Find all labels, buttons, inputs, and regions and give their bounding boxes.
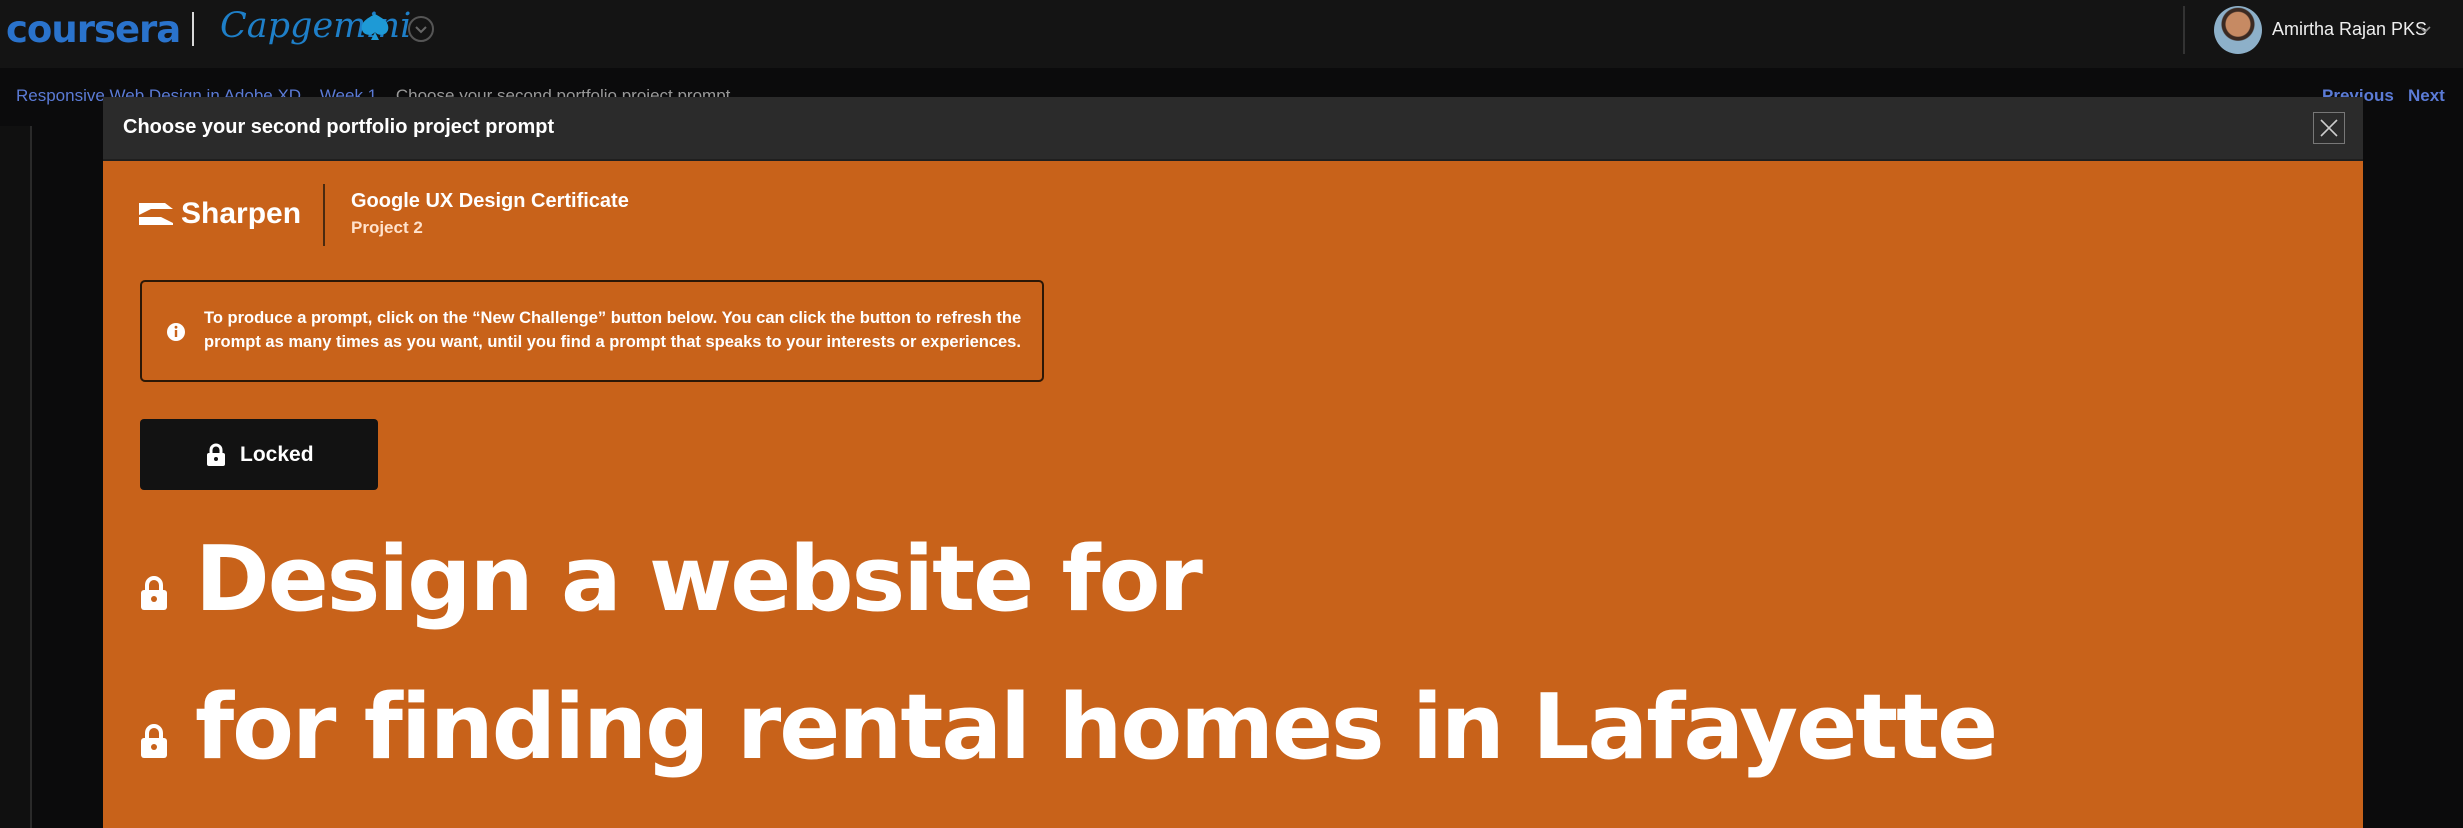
next-link[interactable]: Next [2408,86,2445,106]
partner-menu-chevron-icon[interactable] [408,16,434,42]
topbar-separator [2183,6,2185,54]
certificate-title: Google UX Design Certificate [351,190,629,212]
modal-header: Choose your second portfolio project pro… [103,97,2363,161]
lock-icon [207,443,225,466]
logo-divider [192,12,194,46]
left-sidebar-rail [0,126,32,828]
prompt-line-2-text: for finding rental homes in Lafayette [195,675,1998,780]
coursera-logo[interactable]: coursera [6,8,181,51]
info-text: To produce a prompt, click on the “New C… [204,309,1022,351]
lock-icon [141,724,167,758]
sharpen-wordmark: Sharpen [181,197,302,230]
brand-divider [323,184,325,246]
info-box: To produce a prompt, click on the “New C… [140,280,1044,382]
prompt-modal: Choose your second portfolio project pro… [103,97,2363,828]
close-icon [2320,119,2338,137]
info-icon [167,323,185,341]
user-avatar[interactable] [2214,6,2262,54]
top-navigation-bar: coursera Capgemini Amirtha Rajan PKS [0,0,2463,68]
prompt-line-1-text: Design a website for [195,527,1203,632]
user-menu-chevron-icon[interactable] [2418,22,2432,36]
lock-icon [141,576,167,610]
project-number: Project 2 [351,218,423,237]
user-name[interactable]: Amirtha Rajan PKS [2272,19,2427,40]
locked-label: Locked [240,443,314,466]
sharpen-mark-icon [139,203,173,225]
capgemini-spade-icon [361,14,389,40]
locked-button[interactable]: Locked [140,419,378,490]
close-button[interactable] [2313,112,2345,144]
modal-title: Choose your second portfolio project pro… [123,116,555,138]
